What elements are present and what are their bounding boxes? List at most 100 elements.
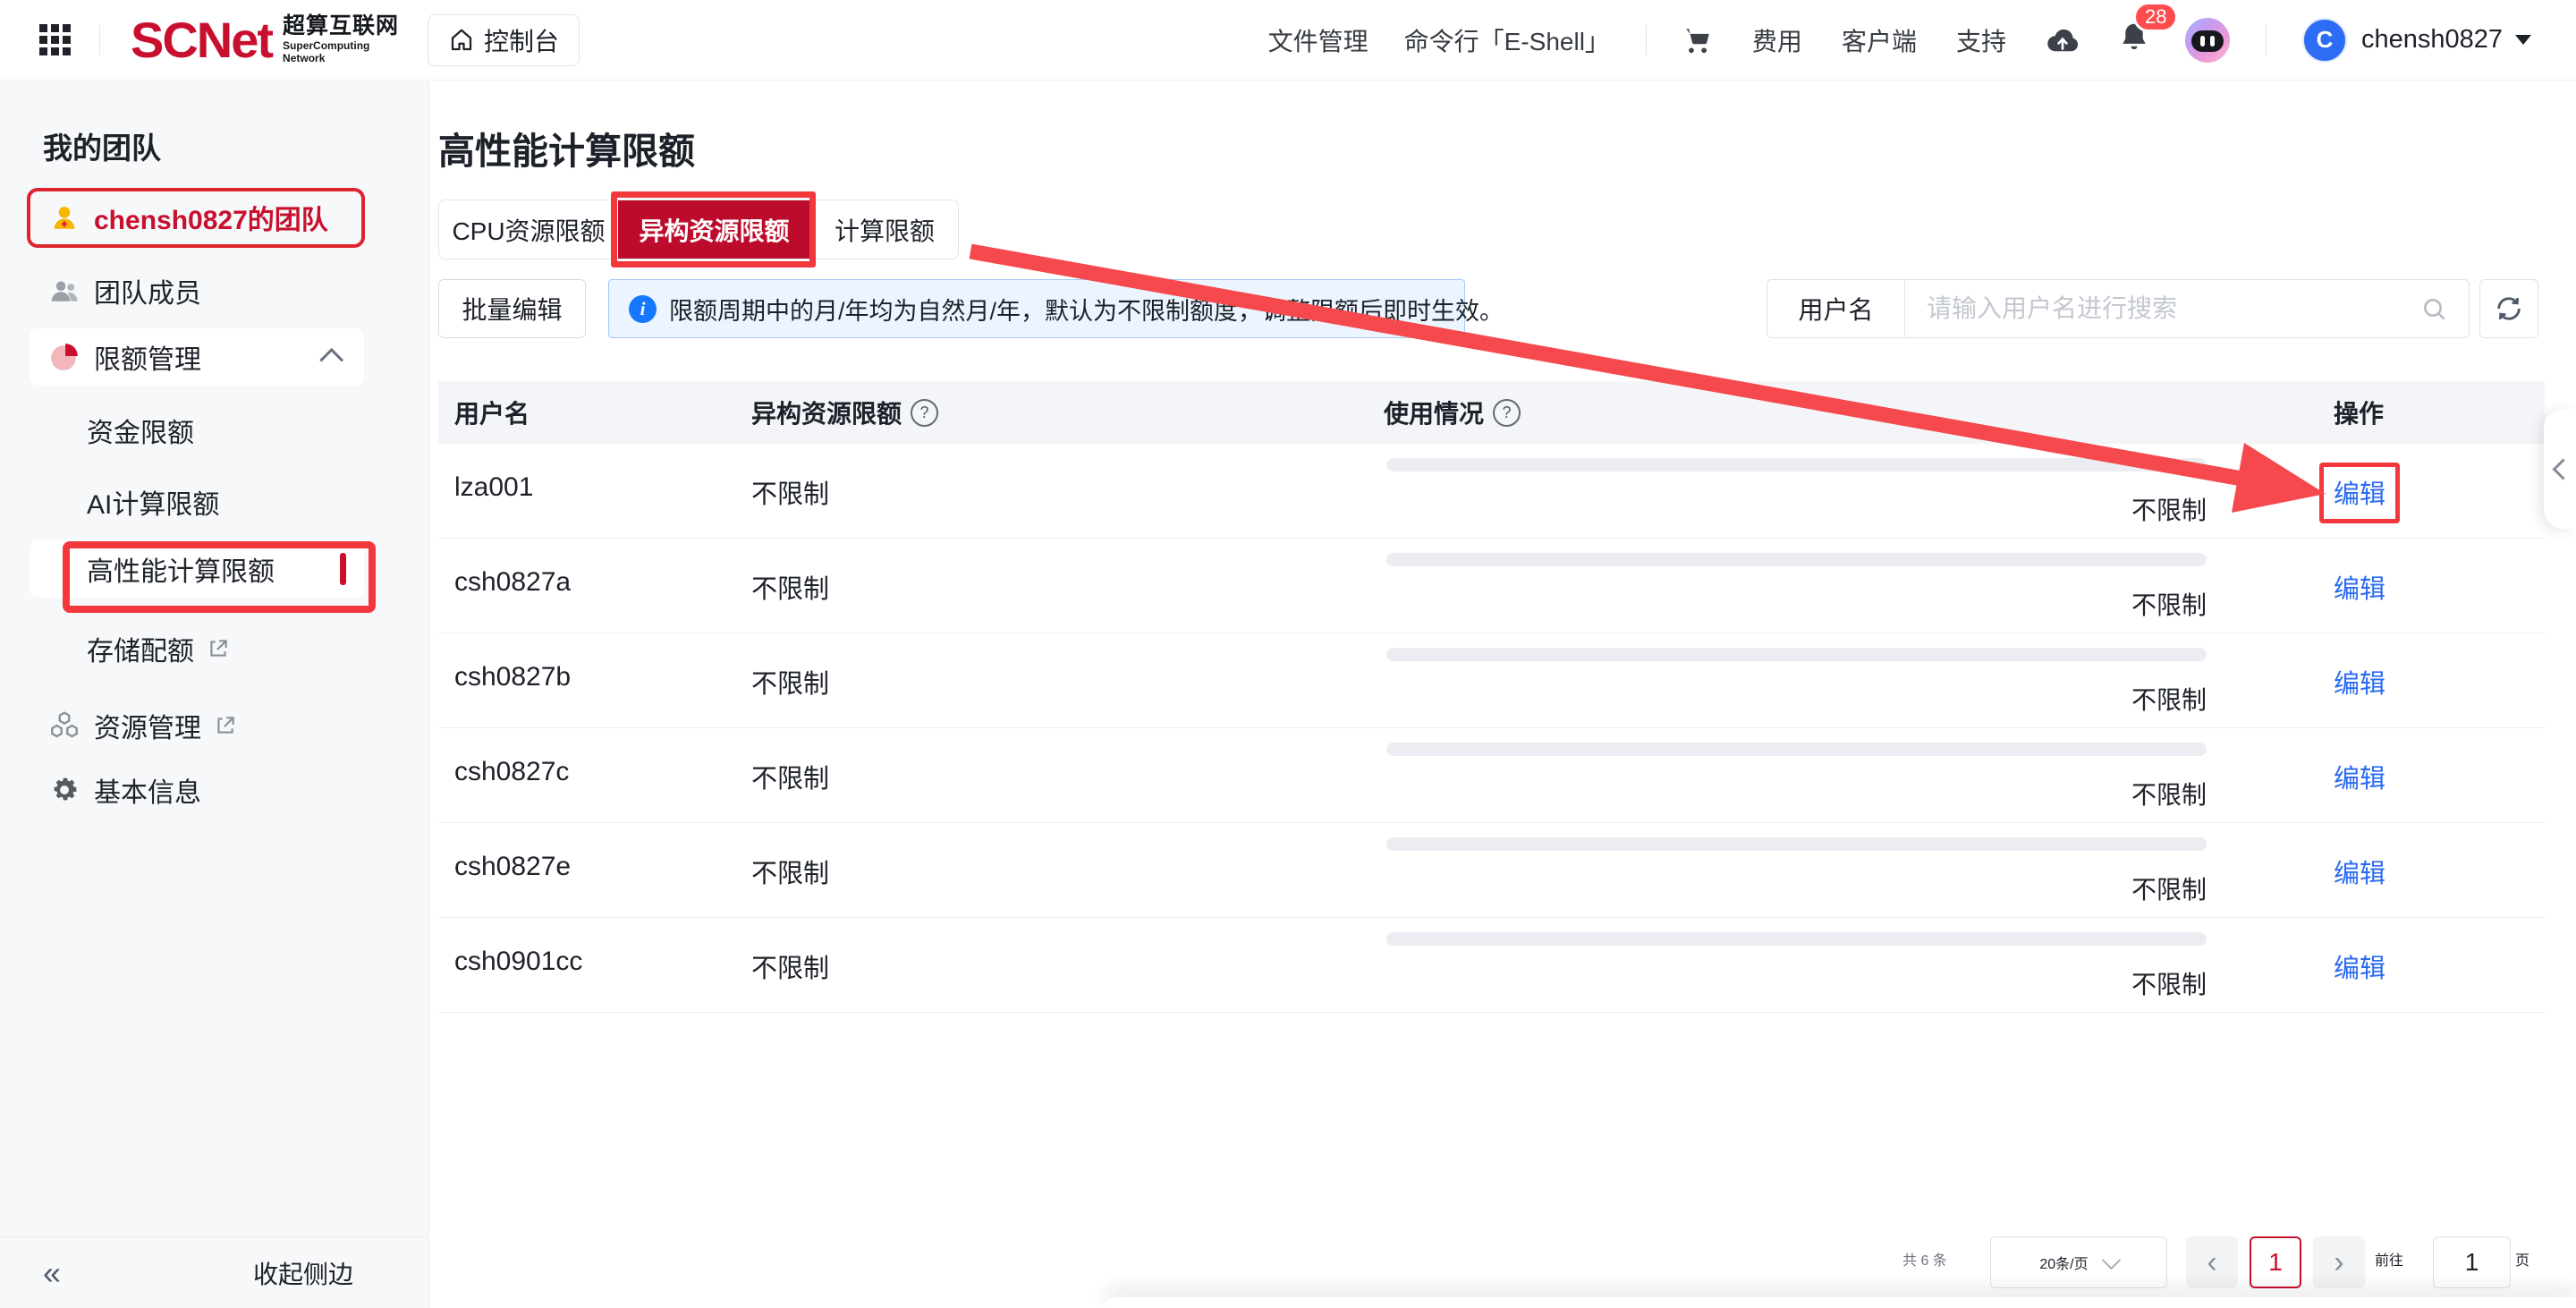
chevron-down-icon: [2102, 1251, 2121, 1270]
page-unit-label: 页: [2515, 1248, 2529, 1270]
username-cell: csh0901cc: [454, 947, 582, 977]
username-cell: csh0827c: [454, 757, 569, 787]
main-content: 高性能计算限额 CPU资源限额 异构资源限额 计算限额 批量编辑 i 限额周期中…: [430, 81, 2576, 1308]
usage-progress-bar: [1386, 458, 2207, 471]
team-name: chensh0827的团队: [94, 198, 328, 237]
user-menu[interactable]: C chensh0827: [2302, 18, 2531, 63]
quota-cell: 不限制: [751, 473, 829, 511]
batch-edit-button[interactable]: 批量编辑: [438, 279, 586, 338]
sidebar: 我的团队 chensh0827的团队 团队成员: [0, 81, 429, 1308]
col-username: 用户名: [454, 381, 530, 444]
basic-info-label: 基本信息: [94, 770, 201, 810]
cloud-upload-icon[interactable]: [2046, 27, 2080, 54]
console-label: 控制台: [484, 22, 559, 58]
edit-link[interactable]: 编辑: [2334, 568, 2385, 606]
header-divider: [1646, 25, 1647, 55]
username-cell: csh0827e: [454, 852, 571, 882]
pie-chart-icon: [49, 341, 80, 373]
sidebar-item-basic-info[interactable]: 基本信息: [30, 761, 364, 819]
sidebar-title: 我的团队: [43, 124, 161, 167]
chevron-left-icon: [2552, 458, 2573, 480]
usage-progress-bar: [1386, 743, 2207, 756]
quota-cell: 不限制: [751, 663, 829, 701]
apps-grid-icon[interactable]: [39, 24, 71, 55]
info-alert: i 限额周期中的月/年均为自然月/年，默认为不限制额度，调整限额后即时生效。: [608, 279, 1465, 338]
cart-icon[interactable]: [1682, 25, 1713, 55]
scnet-logo[interactable]: SCNet 超算互联网 SuperComputingNetwork: [131, 15, 399, 65]
notifications-bell[interactable]: 28: [2119, 21, 2149, 58]
members-label: 团队成员: [94, 271, 201, 310]
nav-support[interactable]: 支持: [1956, 22, 2006, 58]
chevron-up-icon: [319, 347, 343, 371]
notification-badge: 28: [2133, 2, 2178, 32]
usage-progress-bar: [1386, 932, 2207, 946]
external-link-icon: [214, 714, 237, 737]
alert-text: 限额周期中的月/年均为自然月/年，默认为不限制额度，调整限额后即时生效。: [669, 292, 1504, 327]
quota-cell: 不限制: [751, 947, 829, 985]
refresh-button[interactable]: [2479, 279, 2538, 338]
gear-icon: [49, 775, 80, 805]
sidebar-item-hpc-quota[interactable]: 高性能计算限额: [30, 540, 364, 598]
header-divider: [99, 25, 100, 55]
resource-label: 资源管理: [94, 706, 201, 745]
sidebar-item-fund-quota[interactable]: 资金限额: [30, 403, 364, 457]
sidebar-item-ai-quota[interactable]: AI计算限额: [30, 475, 364, 529]
usage-value: 不限制: [1386, 871, 2207, 906]
quota-cell: 不限制: [751, 758, 829, 795]
col-quota: 异构资源限额 ?: [751, 381, 938, 444]
search-group: 用户名: [1767, 279, 2470, 338]
home-icon: [448, 27, 475, 54]
nav-fee[interactable]: 费用: [1752, 22, 1802, 58]
prev-page-button[interactable]: ‹: [2186, 1236, 2238, 1288]
double-chevron-left-icon: «: [43, 1257, 61, 1289]
side-drawer-toggle[interactable]: [2544, 409, 2576, 529]
edit-link[interactable]: 编辑: [2334, 663, 2385, 701]
goto-label: 前往: [2375, 1248, 2403, 1270]
usage-value: 不限制: [1386, 776, 2207, 811]
search-input[interactable]: [1905, 280, 2469, 337]
goto-page-input[interactable]: 1: [2433, 1236, 2511, 1288]
quota-group-label: 限额管理: [94, 337, 201, 377]
external-link-icon: [207, 637, 230, 660]
usage-progress-bar: [1386, 837, 2207, 851]
current-page-button[interactable]: 1: [2250, 1236, 2301, 1288]
search-field-label: 用户名: [1767, 280, 1905, 337]
col-usage: 使用情况 ?: [1384, 381, 1521, 444]
usage-progress-bar: [1386, 648, 2207, 661]
help-icon[interactable]: ?: [911, 399, 938, 427]
user-name: chensh0827: [2361, 25, 2503, 55]
tab-compute-quota[interactable]: 计算限额: [810, 200, 958, 259]
sidebar-group-quota[interactable]: 限额管理: [30, 328, 364, 386]
logo-en-text: SuperComputingNetwork: [283, 40, 399, 65]
sidebar-item-team[interactable]: chensh0827的团队: [30, 189, 364, 246]
collapse-label: 收起侧边: [253, 1255, 353, 1291]
tab-heterogeneous-quota[interactable]: 异构资源限额: [618, 200, 810, 259]
user-avatar: C: [2302, 18, 2347, 63]
sidebar-item-resources[interactable]: 资源管理: [30, 697, 364, 754]
nav-eshell[interactable]: 命令行「E-Shell」: [1404, 22, 1610, 58]
page-size-select[interactable]: 20条/页: [1990, 1236, 2167, 1288]
nav-file-manager[interactable]: 文件管理: [1268, 22, 1368, 58]
chevron-down-icon: [2515, 35, 2531, 45]
edit-link[interactable]: 编辑: [2334, 473, 2385, 511]
refresh-icon: [2494, 293, 2524, 324]
nav-client[interactable]: 客户端: [1842, 22, 1917, 58]
sidebar-item-storage-quota[interactable]: 存储配额: [30, 622, 364, 675]
next-page-button[interactable]: ›: [2313, 1236, 2365, 1288]
sidebar-item-members[interactable]: 团队成员: [30, 262, 364, 319]
search-icon[interactable]: [2420, 295, 2449, 328]
active-indicator: [340, 553, 346, 585]
ai-assistant-avatar[interactable]: [2185, 18, 2230, 63]
header-divider: [2266, 25, 2267, 55]
edit-link[interactable]: 编辑: [2334, 758, 2385, 795]
edit-link[interactable]: 编辑: [2334, 947, 2385, 985]
edit-link[interactable]: 编辑: [2334, 853, 2385, 890]
quota-cell: 不限制: [751, 853, 829, 890]
tab-cpu-quota[interactable]: CPU资源限额: [439, 200, 618, 259]
quota-cell: 不限制: [751, 568, 829, 606]
top-header: SCNet 超算互联网 SuperComputingNetwork 控制台 文件…: [0, 0, 2576, 81]
username-cell: csh0827a: [454, 567, 571, 598]
console-button[interactable]: 控制台: [428, 14, 580, 66]
collapse-sidebar-button[interactable]: « 收起侧边: [0, 1236, 428, 1308]
help-icon[interactable]: ?: [1493, 399, 1521, 427]
